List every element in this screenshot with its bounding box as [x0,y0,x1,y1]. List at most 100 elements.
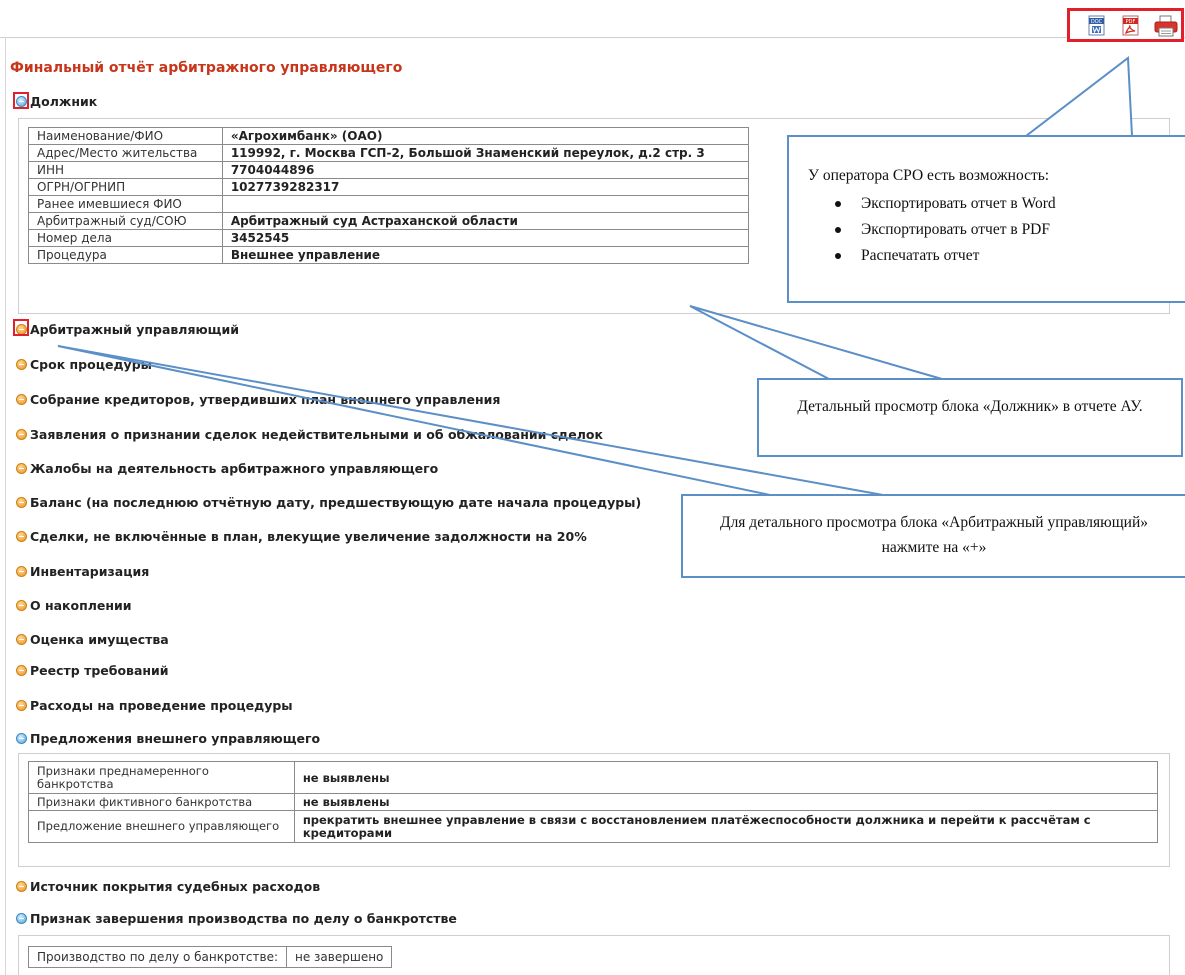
section-inventory-label: Инвентаризация [30,564,150,579]
table-row: Наименование/ФИО «Агрохимбанк» (ОАО) [28,127,750,145]
section-proposals[interactable]: Предложения внешнего управляющего [13,731,320,749]
expand-icon[interactable] [16,881,27,892]
section-valuation-label: Оценка имущества [30,632,169,647]
cell-label: Арбитражный суд/СОЮ [28,212,223,230]
section-registry[interactable]: Реестр требований [13,663,169,681]
list-item: Экспортировать отчет в Word [835,191,1185,217]
expand-icon[interactable] [16,394,27,405]
section-accumulation[interactable]: О накоплении [13,598,132,616]
section-manager[interactable]: Арбитражный управляющий [13,322,239,340]
section-balance-label: Баланс (на последнюю отчётную дату, пред… [30,495,642,510]
section-expenses-label: Расходы на проведение процедуры [30,698,293,713]
section-proposals-label: Предложения внешнего управляющего [30,731,321,746]
section-expenses[interactable]: Расходы на проведение процедуры [13,698,293,716]
cell-value: 119992, г. Москва ГСП-2, Большой Знаменс… [221,144,750,162]
cell-label: Наименование/ФИО [28,127,223,145]
cell-value: не завершено [285,946,393,968]
cell-label: Признаки фиктивного банкротства [28,793,295,811]
cell-label: ОГРН/ОГРНИП [28,178,223,196]
section-valuation[interactable]: Оценка имущества [13,632,169,650]
callout-export: У оператора СРО есть возможность: Экспор… [787,135,1185,303]
expand-icon[interactable] [16,359,27,370]
cell-label: Признаки преднамеренного банкротства [28,761,295,794]
word-icon-text: DOC [1091,19,1103,25]
section-completion-label: Признак завершения производства по делу … [30,911,457,926]
expand-icon[interactable] [16,634,27,645]
section-court-costs-label: Источник покрытия судебных расходов [30,879,321,894]
page-title: Финальный отчёт арбитражного управляющег… [10,60,403,76]
cell-label: Процедура [28,246,223,264]
section-term[interactable]: Срок процедуры [13,357,152,375]
cell-value: Арбитражный суд Астраханской области [221,212,750,230]
cell-value: Внешнее управление [221,246,750,264]
cell-value: 3452545 [221,229,750,247]
pdf-icon-text: PDF [1126,19,1136,25]
section-completion[interactable]: Признак завершения производства по делу … [13,911,457,929]
cell-label: Ранее имевшиеся ФИО [28,195,223,213]
callout-manager-view: Для детального просмотра блока «Арбитраж… [681,494,1185,578]
table-row: Признаки фиктивного банкротства не выявле… [28,793,1159,811]
cell-label: ИНН [28,161,223,179]
section-claims[interactable]: Заявления о признании сделок недействите… [13,427,603,445]
highlight-box-debtor [13,92,29,109]
table-row: Признаки преднамеренного банкротства не в… [28,761,1159,794]
cell-value: не выявлены [293,761,1159,794]
section-registry-label: Реестр требований [30,663,169,678]
list-item: Распечатать отчет [835,243,1185,269]
proposals-table: Признаки преднамеренного банкротства не в… [28,761,1159,843]
section-complaints-label: Жалобы на деятельность арбитражного упра… [30,461,439,476]
table-row: Производство по делу о банкротстве: не з… [28,946,393,968]
section-inventory[interactable]: Инвентаризация [13,564,149,582]
cell-value: 1027739282317 [221,178,750,196]
cell-label: Адрес/Место жительства [28,144,223,162]
cell-label: Производство по делу о банкротстве: [28,946,287,968]
section-balance[interactable]: Баланс (на последнюю отчётную дату, пред… [13,495,641,513]
print-icon[interactable] [1154,15,1178,37]
export-pdf-icon[interactable]: PDF [1120,15,1142,37]
top-divider [0,37,1185,38]
expand-icon[interactable] [16,665,27,676]
left-divider [5,37,6,975]
table-row: Арбитражный суд/СОЮ Арбитражный суд Астра… [28,212,750,230]
table-row: Ранее имевшиеся ФИО [28,195,750,213]
table-row: ИНН 7704044896 [28,161,750,179]
expand-icon[interactable] [16,497,27,508]
section-deals-label: Сделки, не включённые в план, влекущие у… [30,529,587,544]
expand-icon[interactable] [16,429,27,440]
debtor-table: Наименование/ФИО «Агрохимбанк» (ОАО) Адре… [28,127,750,264]
collapse-icon[interactable] [16,733,27,744]
expand-icon[interactable] [16,531,27,542]
cell-value [221,195,750,213]
callout-debtor-view: Детальный просмотр блока «Должник» в отч… [757,378,1183,457]
section-meeting[interactable]: Собрание кредиторов, утвердивших план вн… [13,392,500,410]
completion-table: Производство по делу о банкротстве: не з… [28,946,393,968]
collapse-icon[interactable] [16,913,27,924]
section-debtor-label: Должник [30,94,98,109]
section-meeting-label: Собрание кредиторов, утвердивших план вн… [30,392,501,407]
callout-export-intro: У оператора СРО есть возможность: [808,167,1050,184]
section-complaints[interactable]: Жалобы на деятельность арбитражного упра… [13,461,438,479]
table-row: Номер дела 3452545 [28,229,750,247]
cell-label: Номер дела [28,229,223,247]
table-row: Предложение внешнего управляющего прекрат… [28,810,1159,843]
expand-icon[interactable] [16,600,27,611]
cell-value: прекратить внешнее управление в связи с … [293,810,1159,843]
cell-label: Предложение внешнего управляющего [28,810,295,843]
export-word-icon[interactable]: DOC [1086,15,1108,37]
export-toolbar: DOC PDF [1067,8,1184,42]
callout-export-list: Экспортировать отчет в Word Экспортирова… [808,191,1185,269]
cell-value: не выявлены [293,793,1159,811]
section-accumulation-label: О накоплении [30,598,132,613]
table-row: ОГРН/ОГРНИП 1027739282317 [28,178,750,196]
section-court-costs[interactable]: Источник покрытия судебных расходов [13,879,320,897]
expand-icon[interactable] [16,463,27,474]
expand-icon[interactable] [16,566,27,577]
highlight-box-manager [13,319,29,336]
expand-icon[interactable] [16,700,27,711]
section-deals[interactable]: Сделки, не включённые в план, влекущие у… [13,529,587,547]
cell-value: «Агрохимбанк» (ОАО) [221,127,750,145]
cell-value: 7704044896 [221,161,750,179]
section-term-label: Срок процедуры [30,357,152,372]
table-row: Процедура Внешнее управление [28,246,750,264]
table-row: Адрес/Место жительства 119992, г. Москва … [28,144,750,162]
